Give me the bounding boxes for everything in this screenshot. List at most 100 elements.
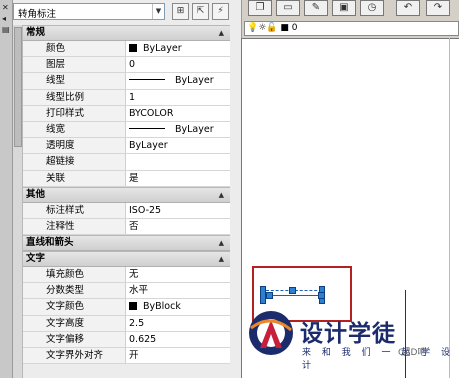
copy-icon[interactable]: ❐ (248, 0, 272, 16)
property-row[interactable]: 线型比例 1 (23, 89, 230, 106)
match-properties-icon[interactable]: ✎ (304, 0, 328, 16)
property-label: 文字界外对齐 (23, 348, 126, 364)
property-value[interactable]: 0 (126, 57, 230, 73)
property-row[interactable]: 注释性否 (23, 218, 230, 236)
property-row[interactable]: 填充颜色无 (23, 267, 230, 284)
grip-right-extension[interactable] (318, 292, 325, 299)
layer-control[interactable]: 💡☼🔓 ■ 0 (244, 21, 459, 36)
color-swatch (129, 302, 137, 311)
canvas-divider (449, 38, 450, 378)
property-value-text: 0 (129, 59, 136, 71)
property-grid: 常规 ▲ 颜色 ByLayer 图层 0 线型 ByLayer 线型比例 1 打印样式 BYCOLOR… (23, 25, 230, 365)
property-value[interactable]: 开 (126, 348, 230, 364)
linetype-preview (129, 79, 165, 81)
property-row[interactable]: 文字界外对齐开 (23, 348, 230, 365)
select-objects-button[interactable]: ⇱ (192, 3, 209, 20)
property-value[interactable]: BYCOLOR (126, 105, 230, 121)
property-value[interactable]: 2.5 (126, 315, 230, 331)
category-header[interactable]: 常规 ▲ (23, 25, 230, 41)
category-header[interactable]: 文字 ▲ (23, 251, 230, 268)
property-value[interactable] (126, 154, 230, 170)
grip-left-extension[interactable] (266, 292, 273, 299)
property-row[interactable]: 透明度 ByLayer (23, 138, 230, 155)
watermark-title: 设计学徒 (300, 321, 396, 347)
property-value[interactable]: 1 (126, 89, 230, 105)
object-type-value: 转角标注 (18, 9, 57, 20)
property-label: 注释性 (23, 218, 126, 235)
category-title: 直线和箭头 (26, 237, 74, 249)
collapse-icon[interactable]: ▲ (219, 236, 224, 250)
dimension-line[interactable] (266, 295, 322, 296)
property-value[interactable]: 水平 (126, 283, 230, 299)
property-label: 填充颜色 (23, 267, 126, 283)
collapse-icon[interactable]: ▲ (219, 188, 224, 202)
property-value[interactable]: ByLayer (126, 73, 230, 89)
property-label: 线型 (23, 73, 126, 89)
object-type-dropdown[interactable]: 转角标注 ▼ (13, 3, 165, 20)
collapse-icon[interactable]: ▲ (219, 26, 224, 40)
property-value[interactable]: ByBlock (126, 299, 230, 315)
category-header[interactable]: 直线和箭头 ▲ (23, 235, 230, 252)
property-value[interactable]: ByLayer (126, 121, 230, 138)
undo-icon[interactable]: ↶ (396, 0, 420, 16)
property-value[interactable]: 无 (126, 267, 230, 283)
property-value-text: 无 (129, 269, 139, 281)
property-label: 打印样式 (23, 105, 126, 121)
close-icon[interactable]: ✕ (2, 3, 9, 12)
layer-state-icons: 💡☼🔓 ■ (247, 23, 289, 33)
property-row[interactable]: 颜色 ByLayer (23, 41, 230, 58)
watermark-badge: CAD吧 (398, 348, 427, 358)
redo-icon[interactable]: ↷ (426, 0, 450, 16)
property-value-text: 1 (129, 91, 136, 103)
property-label: 关联 (23, 170, 126, 186)
property-label: 线型比例 (23, 89, 126, 105)
property-row[interactable]: 线型 ByLayer (23, 73, 230, 90)
property-value-text: 是 (129, 172, 139, 184)
watermark-subtitle: 来 和 我 们 一 起 学 设 计 (302, 348, 455, 371)
property-label: 透明度 (23, 138, 126, 154)
linetype-preview (129, 127, 165, 129)
color-swatch (129, 44, 137, 52)
property-row[interactable]: 超链接 (23, 154, 230, 171)
property-row[interactable]: 线宽 ByLayer (23, 121, 230, 139)
grip-middle[interactable] (289, 287, 296, 294)
property-value[interactable]: 0.625 (126, 331, 230, 347)
property-row[interactable]: 图层 0 (23, 57, 230, 74)
property-label: 文字偏移 (23, 331, 126, 347)
property-value-text: ByLayer (143, 43, 182, 54)
property-value[interactable]: ByLayer (126, 138, 230, 154)
property-label: 图层 (23, 57, 126, 73)
scrollbar-thumb[interactable] (14, 27, 22, 147)
property-value[interactable]: 否 (126, 218, 230, 235)
category-title: 常规 (26, 27, 46, 38)
collapse-icon[interactable]: ▲ (219, 252, 224, 266)
property-row[interactable]: 文字颜色 ByBlock (23, 299, 230, 316)
property-label: 线宽 (23, 121, 126, 138)
property-row[interactable]: 文字高度 2.5 (23, 315, 230, 332)
property-row[interactable]: 标注样式 ISO-25 (23, 202, 230, 219)
property-row[interactable]: 分数类型 水平 (23, 283, 230, 300)
property-row[interactable]: 打印样式 BYCOLOR (23, 105, 230, 122)
property-value[interactable]: 是 (126, 170, 230, 186)
properties-icon[interactable]: ▤ (2, 25, 10, 34)
property-value-text: ByLayer (175, 75, 214, 87)
panel-scrollbar[interactable] (13, 25, 23, 378)
clock-icon[interactable]: ◷ (360, 0, 384, 16)
property-value-text: ByLayer (129, 140, 168, 152)
pin-icon[interactable]: ◂ (2, 14, 6, 23)
paste-icon[interactable]: ▭ (276, 0, 300, 16)
property-value-text: ByLayer (175, 123, 214, 135)
layer-name: 0 (291, 23, 298, 33)
property-value[interactable]: ByLayer (126, 41, 230, 57)
block-icon[interactable]: ▣ (332, 0, 356, 16)
property-row[interactable]: 关联是 (23, 170, 230, 187)
property-value[interactable]: ISO-25 (126, 202, 230, 218)
chevron-down-icon[interactable]: ▼ (152, 4, 164, 19)
quick-select-button[interactable]: ⚡ (212, 3, 229, 20)
toggle-pickadd-button[interactable]: ⊞ (172, 3, 189, 20)
category-header[interactable]: 其他 ▲ (23, 186, 230, 203)
category-title: 文字 (26, 253, 46, 265)
watermark-logo (249, 311, 293, 355)
property-value-text: ISO-25 (129, 204, 162, 216)
property-row[interactable]: 文字偏移 0.625 (23, 331, 230, 348)
